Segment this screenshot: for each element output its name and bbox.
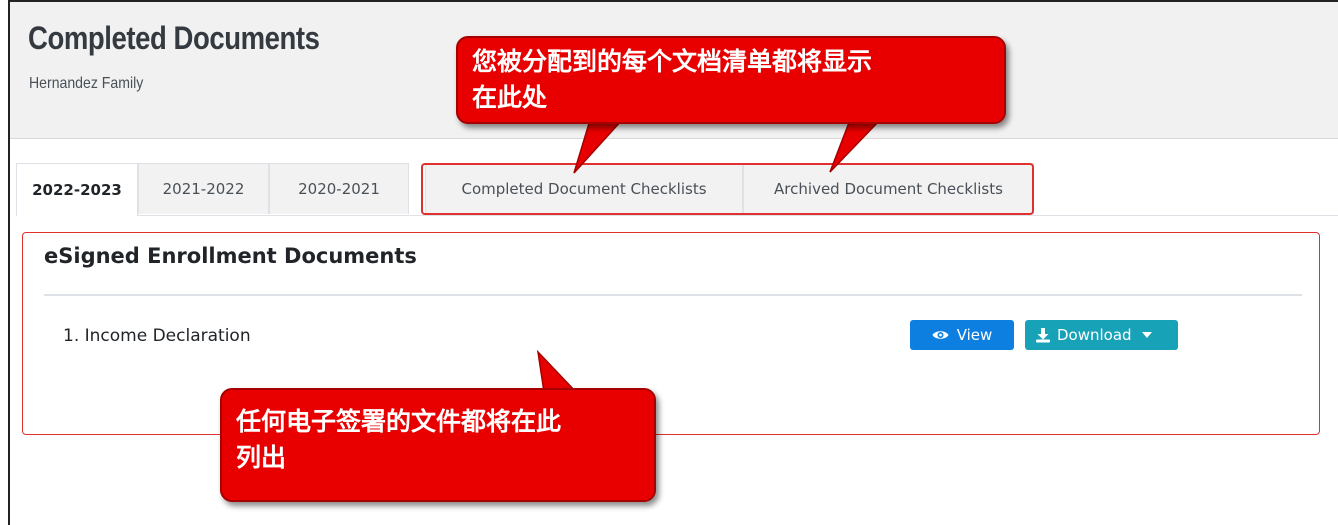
top-callout-pointer-right (829, 119, 882, 173)
esigned-annotation-callout: 任何电子签署的文件都将在此 列出 (220, 388, 656, 502)
top-callout-pointer-left (573, 119, 624, 174)
tabs-annotation-line1: 您被分配到的每个文档清单都将显示 (472, 47, 873, 76)
tabs-annotation-line2: 在此处 (472, 83, 548, 112)
esigned-annotation-line1: 任何电子签署的文件都将在此 (236, 407, 562, 436)
bottom-callout-pointer (536, 349, 578, 393)
tabs-annotation-callout: 您被分配到的每个文档清单都将显示 在此处 (456, 36, 1006, 124)
esigned-annotation-line2: 列出 (236, 443, 287, 472)
